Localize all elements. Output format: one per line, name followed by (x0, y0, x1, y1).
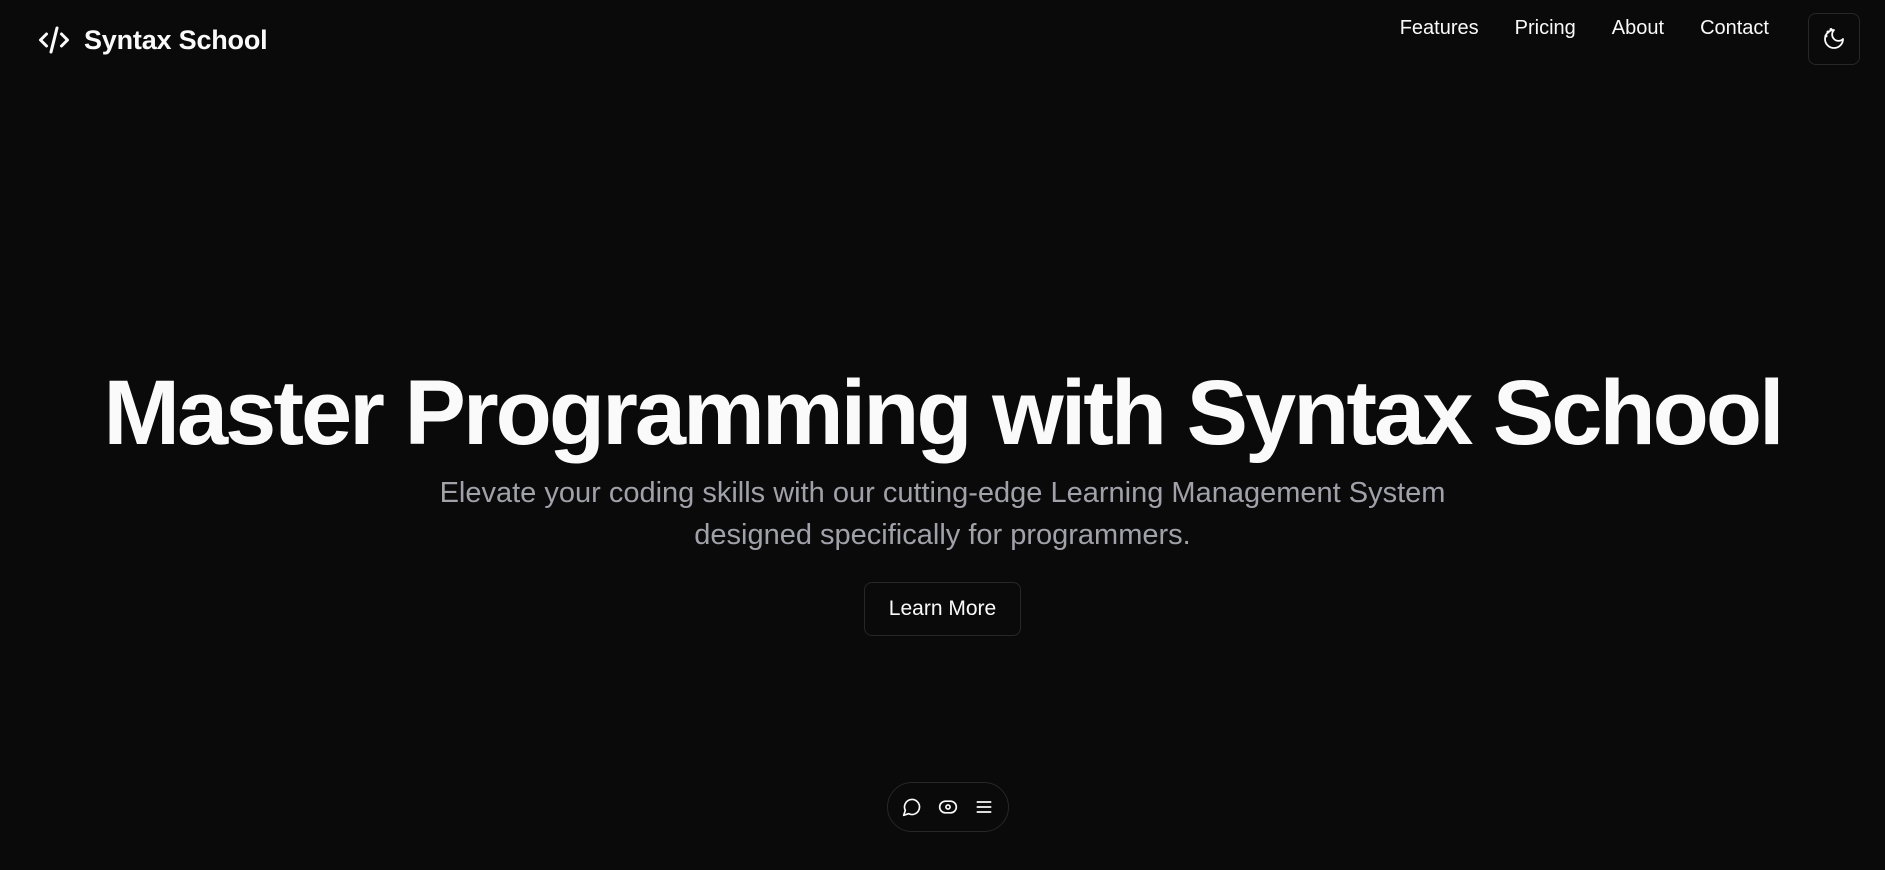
main-nav: Features Pricing About Contact (1400, 16, 1769, 40)
hero-section: Master Programming with Syntax School El… (0, 360, 1885, 636)
hero-title: Master Programming with Syntax School (103, 362, 1784, 464)
code-icon (36, 22, 72, 58)
nav-link-about[interactable]: About (1612, 16, 1664, 40)
nav-link-contact[interactable]: Contact (1700, 16, 1769, 40)
nav-link-features[interactable]: Features (1400, 16, 1479, 40)
hero-subtitle: Elevate your coding skills with our cutt… (439, 477, 1446, 551)
chat-bubble-icon[interactable] (901, 796, 923, 818)
theme-toggle-button[interactable] (1808, 13, 1860, 65)
page: Syntax School Features Pricing About Con… (0, 0, 1885, 870)
brand-link[interactable]: Syntax School (36, 22, 268, 58)
menu-icon[interactable] (973, 796, 995, 818)
learn-more-button[interactable]: Learn More (863, 582, 1022, 636)
nav-link-pricing[interactable]: Pricing (1515, 16, 1576, 40)
brand-name: Syntax School (84, 24, 268, 55)
eye-icon[interactable] (937, 796, 959, 818)
site-header: Syntax School Features Pricing About Con… (0, 0, 1885, 80)
moon-stars-icon (1822, 26, 1846, 53)
floating-dock (887, 782, 1009, 832)
